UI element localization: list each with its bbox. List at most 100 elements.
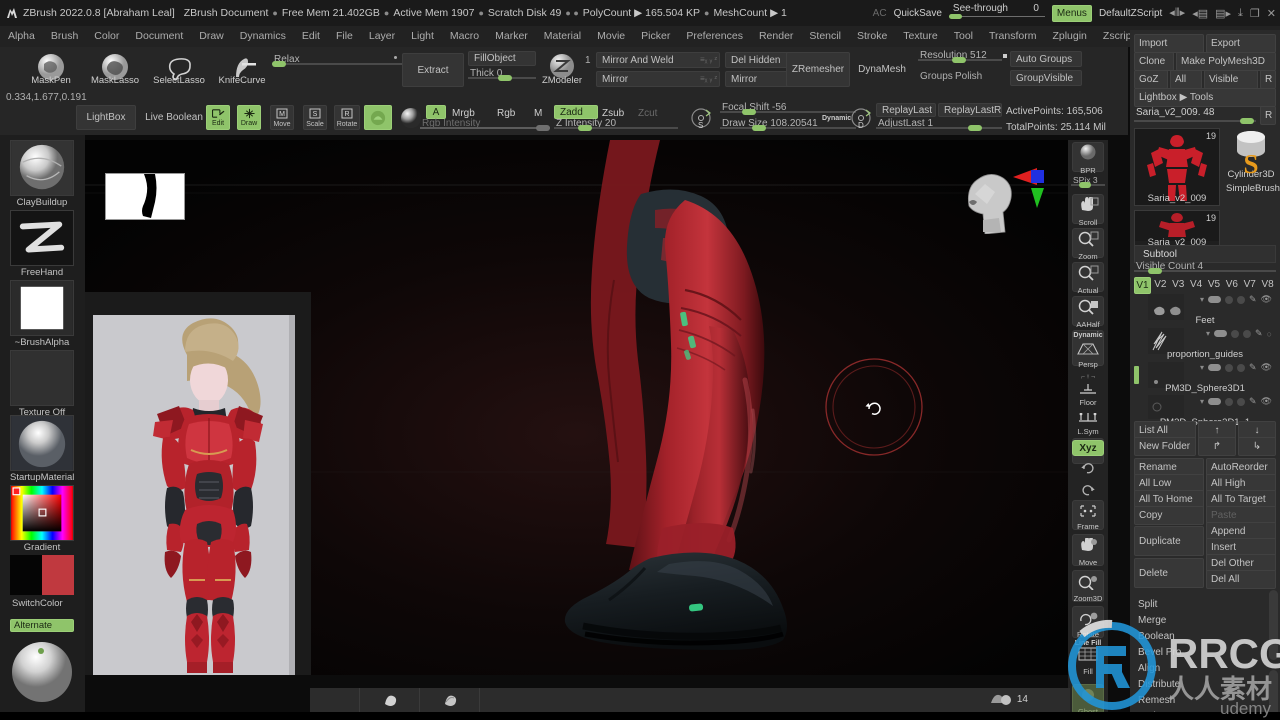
menu-item-macro[interactable]: Macro bbox=[442, 26, 487, 47]
menu-item-draw[interactable]: Draw bbox=[191, 26, 232, 47]
goz-button[interactable]: GoZ bbox=[1134, 70, 1168, 89]
viewport-canvas[interactable] bbox=[85, 140, 1070, 675]
pencil-icon[interactable]: ✎ bbox=[1255, 328, 1263, 339]
close-icon[interactable]: ✕ bbox=[1267, 7, 1276, 20]
remesh-button[interactable]: Remesh bbox=[1134, 692, 1276, 709]
brush-masklasso-button[interactable]: MaskLasso bbox=[88, 51, 142, 86]
tray-right-icon[interactable]: ▤▸ bbox=[1215, 7, 1231, 20]
extract-button[interactable]: Extract bbox=[402, 53, 464, 87]
del-hidden-button[interactable]: Del Hidden bbox=[725, 52, 795, 68]
menus-toggle[interactable]: Menus bbox=[1051, 4, 1092, 22]
groups-button[interactable]: Groups bbox=[920, 71, 953, 82]
rotate-view-button[interactable]: Rotate bbox=[1072, 606, 1104, 639]
subtool-polypaint-icon[interactable] bbox=[1237, 295, 1246, 304]
subtool-visibility-controls[interactable]: ▾ ✎ ○ bbox=[1206, 328, 1272, 339]
rotate-mode-button[interactable]: R Rotate bbox=[334, 105, 360, 130]
palette-brush[interactable]: ClayBuildup bbox=[10, 140, 74, 208]
make-polymesh3d-button[interactable]: Make PolyMesh3D bbox=[1176, 52, 1276, 71]
menu-item-document[interactable]: Document bbox=[127, 26, 191, 47]
menu-item-color[interactable]: Color bbox=[86, 26, 127, 47]
menu-item-texture[interactable]: Texture bbox=[895, 26, 945, 47]
live-boolean-button[interactable]: Live Boolean bbox=[140, 105, 208, 130]
ac-label[interactable]: AC bbox=[873, 8, 887, 19]
bpr-button[interactable]: BPR bbox=[1072, 142, 1104, 175]
duplicate-button[interactable]: Duplicate bbox=[1134, 526, 1204, 556]
rgb-button[interactable]: Rgb bbox=[497, 108, 515, 119]
export-button[interactable]: Export bbox=[1206, 34, 1276, 53]
relax-slider[interactable]: Relax bbox=[272, 54, 404, 67]
focal-shift-slider[interactable]: Focal Shift -56 bbox=[720, 102, 856, 115]
xyz-toggle-button[interactable]: Xyz bbox=[1072, 440, 1104, 456]
m-button[interactable]: M bbox=[534, 108, 542, 119]
bottom-slot-3[interactable] bbox=[420, 688, 480, 712]
align-button[interactable]: Align bbox=[1134, 660, 1276, 677]
tool-name-slider[interactable]: Saria_v2_009. 48 R bbox=[1134, 106, 1276, 125]
aahalf-button[interactable]: AAHalf bbox=[1072, 296, 1104, 329]
boolean-button[interactable]: Boolean bbox=[1134, 628, 1276, 645]
menu-item-tool[interactable]: Tool bbox=[946, 26, 981, 47]
pencil-icon[interactable]: ✎ bbox=[1249, 362, 1257, 373]
menu-item-stencil[interactable]: Stencil bbox=[801, 26, 849, 47]
floor-axis-icon[interactable]: ⌐ ᵞ ¬ bbox=[1072, 374, 1104, 381]
perspective-button[interactable]: Dynamic Persp bbox=[1072, 330, 1104, 369]
secondary-color-swatch[interactable] bbox=[42, 555, 74, 595]
subtool-toggle-icon[interactable] bbox=[1208, 364, 1222, 371]
ghost-button[interactable]: Ghost bbox=[1072, 684, 1104, 716]
menu-item-movie[interactable]: Movie bbox=[589, 26, 633, 47]
subtool-toggle-icon[interactable] bbox=[1208, 398, 1222, 405]
chevron-down-icon[interactable]: ▾ bbox=[1200, 397, 1204, 406]
adjust-last-slider[interactable]: AdjustLast 1 bbox=[876, 118, 1002, 131]
bottom-slot-2[interactable] bbox=[360, 688, 420, 712]
visible-button[interactable]: Visible bbox=[1204, 70, 1258, 89]
palette-preview-sphere[interactable] bbox=[10, 640, 74, 709]
tray-left-icon[interactable]: ◂▤ bbox=[1192, 7, 1208, 20]
default-zscript-label[interactable]: DefaultZScript bbox=[1099, 8, 1162, 19]
rotate-z-button[interactable] bbox=[1081, 482, 1095, 501]
brush-selectlasso-button[interactable]: SelectLasso bbox=[152, 51, 206, 86]
restore-icon[interactable]: ❐ bbox=[1250, 7, 1260, 20]
bevel-pro-button[interactable]: Bevel Pro bbox=[1134, 644, 1276, 661]
resolution-slider[interactable]: Resolution 512 bbox=[918, 50, 1002, 63]
lightbox-button[interactable]: LightBox bbox=[76, 105, 136, 130]
visible-count-slider[interactable]: Visible Count 4 bbox=[1134, 261, 1276, 274]
spix-slider[interactable]: SPix 3 bbox=[1071, 175, 1105, 188]
color-swatches[interactable] bbox=[10, 555, 74, 595]
mirror-button-2[interactable]: Mirror bbox=[725, 71, 795, 87]
pencil-icon[interactable]: ✎ bbox=[1249, 396, 1257, 407]
subtool-toggle-icon[interactable] bbox=[1208, 296, 1222, 303]
actual-size-button[interactable]: Actual bbox=[1072, 262, 1104, 295]
mirror-axis-icon-2[interactable]: ≡ᵪ ᵧ ᶻ bbox=[700, 74, 717, 83]
menu-item-picker[interactable]: Picker bbox=[633, 26, 678, 47]
subtool-shadow-icon[interactable] bbox=[1231, 329, 1240, 338]
floor-button[interactable]: ⌐ ᵞ ¬ Floor bbox=[1072, 370, 1104, 407]
subtool-visibility-controls[interactable]: ▾ ✎ 👁 bbox=[1200, 362, 1272, 373]
pencil-icon[interactable]: ✎ bbox=[1249, 294, 1257, 305]
subtool-shadow-icon[interactable] bbox=[1225, 397, 1234, 406]
merge-button[interactable]: Merge bbox=[1134, 612, 1276, 629]
r-button[interactable]: R bbox=[1260, 70, 1276, 89]
copy-button[interactable]: Copy bbox=[1134, 506, 1204, 525]
eye-icon[interactable]: 👁 bbox=[1261, 396, 1272, 407]
zadd-button[interactable]: Zadd bbox=[554, 105, 598, 119]
menu-item-render[interactable]: Render bbox=[751, 26, 801, 47]
palette-color-picker[interactable]: Gradient bbox=[10, 485, 74, 553]
chevron-down-icon[interactable]: ▾ bbox=[1200, 295, 1204, 304]
subtool-polypaint-icon[interactable] bbox=[1243, 329, 1252, 338]
rgb-intensity-slider[interactable]: Rgb Intensity bbox=[420, 118, 550, 131]
menu-item-transform[interactable]: Transform bbox=[981, 26, 1044, 47]
zoom-button[interactable]: Zoom bbox=[1072, 228, 1104, 261]
eye-icon[interactable]: 👁 bbox=[1261, 362, 1272, 373]
leg-silhouette-thumbnail-icon[interactable] bbox=[105, 173, 185, 220]
frame-button[interactable]: Frame bbox=[1072, 500, 1104, 531]
chevron-down-icon[interactable]: ▾ bbox=[1206, 329, 1210, 338]
move-in-button[interactable]: ↳ bbox=[1238, 437, 1276, 456]
clone-button[interactable]: Clone bbox=[1134, 52, 1174, 71]
edit-mode-button[interactable]: Edit bbox=[206, 105, 230, 130]
split-button[interactable]: Split bbox=[1134, 596, 1276, 613]
replay-last-button[interactable]: ReplayLast bbox=[876, 103, 936, 117]
menu-item-marker[interactable]: Marker bbox=[487, 26, 536, 47]
move-out-button[interactable]: ↱ bbox=[1198, 437, 1236, 456]
panel-scrollbar[interactable] bbox=[1269, 590, 1278, 660]
brush-knifecurve-button[interactable]: KnifeCurve bbox=[215, 51, 269, 86]
mirror-axis-icon[interactable]: ≡ᵪ ᵧ ᶻ bbox=[700, 55, 717, 64]
